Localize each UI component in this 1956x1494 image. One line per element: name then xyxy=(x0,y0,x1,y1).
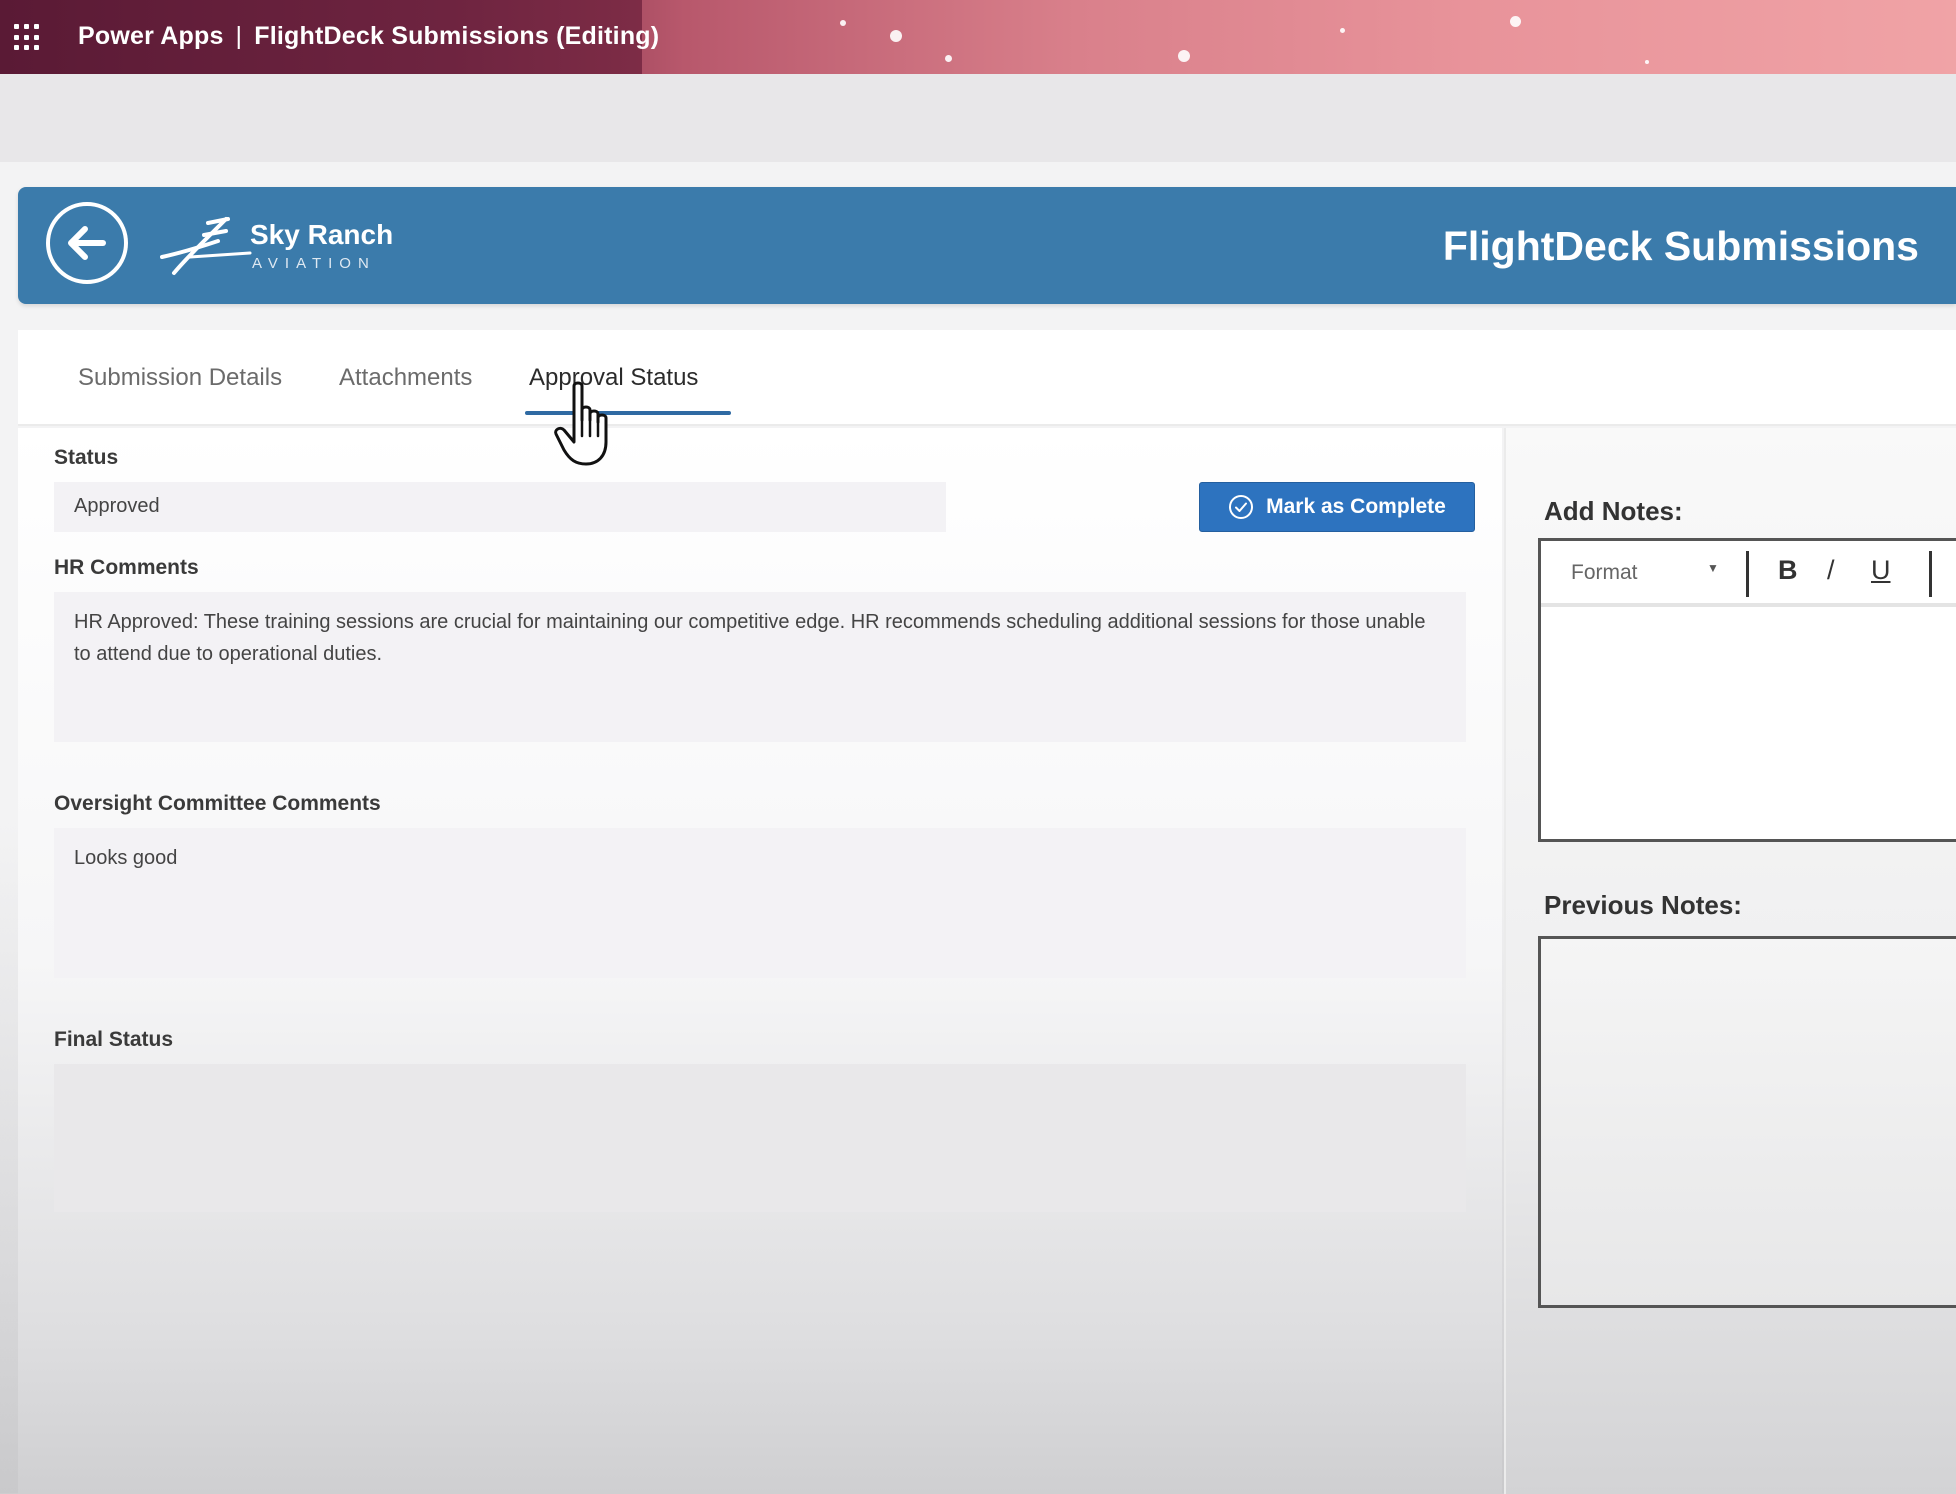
logo-tagline: AVIATION xyxy=(252,255,376,272)
app-title: Power Apps | FlightDeck Submissions (Editi… xyxy=(78,22,659,51)
header-sparkle xyxy=(1340,28,1345,33)
screen-header: Sky Ranch AVIATION FlightDeck Submission… xyxy=(18,187,1956,304)
dropdown-caret-icon[interactable]: ▼ xyxy=(1707,561,1719,575)
app-header-bar: Power Apps | FlightDeck Submissions (Editi… xyxy=(0,0,1956,74)
hr-comments-label: HR Comments xyxy=(54,556,199,579)
app-launcher-icon[interactable] xyxy=(14,24,42,52)
toolbar-divider xyxy=(1746,551,1749,597)
toolbar-strip xyxy=(0,74,1956,162)
italic-button[interactable]: / xyxy=(1827,555,1835,586)
header-sparkle xyxy=(1510,16,1521,27)
title-separator: | xyxy=(235,22,243,50)
bold-button[interactable]: B xyxy=(1778,555,1798,586)
tab-attachments[interactable]: Attachments xyxy=(339,364,472,392)
previous-notes-box xyxy=(1538,936,1956,1308)
tab-approval-status[interactable]: Approval Status xyxy=(529,364,698,392)
final-status-label: Final Status xyxy=(54,1028,174,1051)
back-button[interactable] xyxy=(46,202,128,284)
header-sparkle xyxy=(840,20,846,26)
tab-bar: Submission Details Attachments Approval … xyxy=(18,330,1956,426)
company-logo: Sky Ranch AVIATION xyxy=(160,213,420,279)
active-tab-indicator xyxy=(525,411,731,415)
previous-notes-label: Previous Notes: xyxy=(1544,890,1742,920)
toolbar-divider xyxy=(1929,551,1932,597)
approval-form: Status Approved Mark as Complete HR Comm… xyxy=(18,428,1502,1494)
status-field[interactable]: Approved xyxy=(54,482,946,532)
header-sparkle xyxy=(945,55,952,62)
header-sparkle xyxy=(890,30,902,42)
checkmark-circle-icon xyxy=(1229,495,1254,519)
app-name: FlightDeck Submissions (Editing) xyxy=(254,22,660,50)
tab-submission-details[interactable]: Submission Details xyxy=(78,364,282,392)
oversight-comments-field[interactable]: Looks good xyxy=(54,828,1466,978)
status-label: Status xyxy=(54,446,119,469)
mark-as-complete-button[interactable]: Mark as Complete xyxy=(1199,482,1475,532)
page-title: FlightDeck Submissions xyxy=(1442,223,1919,269)
hr-comments-field[interactable]: HR Approved: These training sessions are… xyxy=(54,592,1466,742)
add-notes-label: Add Notes: xyxy=(1544,496,1683,526)
oversight-comments-label: Oversight Committee Comments xyxy=(54,792,381,815)
final-status-field[interactable] xyxy=(54,1064,1466,1212)
product-name: Power Apps xyxy=(78,22,224,50)
mark-as-complete-label: Mark as Complete xyxy=(1266,495,1446,518)
back-arrow-icon xyxy=(68,226,106,260)
header-sparkle xyxy=(1178,50,1190,62)
logo-brand-name: Sky Ranch xyxy=(250,219,394,250)
notes-panel: Add Notes: Format ▼ B / U Previous Notes… xyxy=(1504,428,1956,1494)
logo-mark-icon xyxy=(160,217,252,275)
rich-text-editor: Format ▼ B / U xyxy=(1538,538,1956,842)
underline-button[interactable]: U xyxy=(1871,555,1891,586)
header-sparkle xyxy=(1645,60,1649,64)
add-notes-input[interactable] xyxy=(1541,611,1956,839)
format-dropdown[interactable]: Format xyxy=(1571,561,1638,585)
editor-toolbar: Format ▼ B / U xyxy=(1541,541,1956,607)
